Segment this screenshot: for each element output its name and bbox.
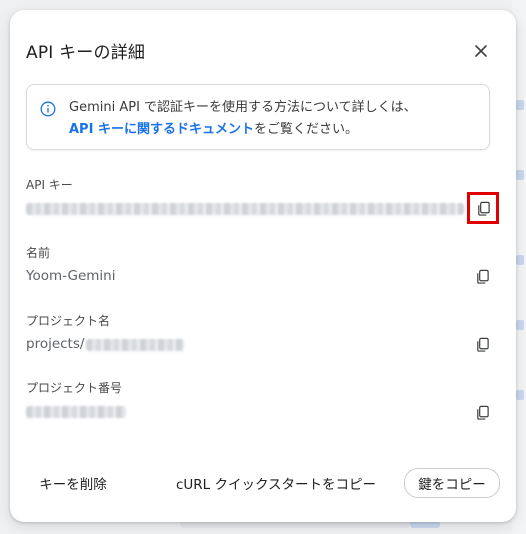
api-key-label: API キー	[26, 178, 73, 192]
copy-icon	[476, 269, 489, 284]
documentation-link[interactable]: API キーに関するドキュメント	[69, 122, 254, 137]
api-key-details-dialog: API キーの詳細 Gemini API で認証キーを使用する方法について詳しく…	[10, 10, 516, 522]
dialog-title: API キーの詳細	[26, 43, 146, 63]
project-id-redacted	[86, 339, 184, 351]
project-number-label: プロジェクト番号	[26, 381, 123, 395]
copy-icon	[476, 337, 489, 352]
name-label: 名前	[26, 246, 51, 260]
copy-api-key-button[interactable]	[467, 192, 499, 224]
project-name-prefix: projects/	[26, 336, 85, 352]
background-blip	[516, 100, 524, 110]
api-key-value-redacted	[26, 203, 464, 215]
info-icon	[40, 101, 56, 117]
copy-key-button[interactable]: 鍵をコピー	[404, 468, 500, 498]
copy-curl-quickstart-button[interactable]: cURL クイックスタートをコピー	[168, 468, 384, 498]
copy-icon	[477, 201, 490, 216]
close-button[interactable]	[468, 38, 494, 64]
copy-project-number-button[interactable]	[468, 398, 496, 426]
info-text-after: をご覧ください。	[253, 122, 358, 137]
copy-project-name-button[interactable]	[468, 330, 496, 358]
copy-name-button[interactable]	[468, 262, 496, 290]
info-text-before: Gemini API で認証キーを使用する方法について詳しくは、	[69, 100, 417, 115]
background-blip	[516, 170, 524, 180]
project-name-label: プロジェクト名	[26, 314, 111, 328]
copy-icon	[476, 405, 489, 420]
close-icon	[475, 45, 487, 57]
background-blip	[516, 390, 524, 400]
info-text: Gemini API で認証キーを使用する方法について詳しくは、 API キーに…	[69, 97, 417, 141]
project-number-redacted	[26, 406, 126, 418]
info-banner: Gemini API で認証キーを使用する方法について詳しくは、 API キーに…	[26, 84, 490, 150]
background-blip	[516, 320, 524, 330]
name-value: Yoom-Gemini	[26, 268, 116, 284]
delete-key-button[interactable]: キーを削除	[32, 468, 114, 498]
background-blip	[516, 255, 524, 265]
